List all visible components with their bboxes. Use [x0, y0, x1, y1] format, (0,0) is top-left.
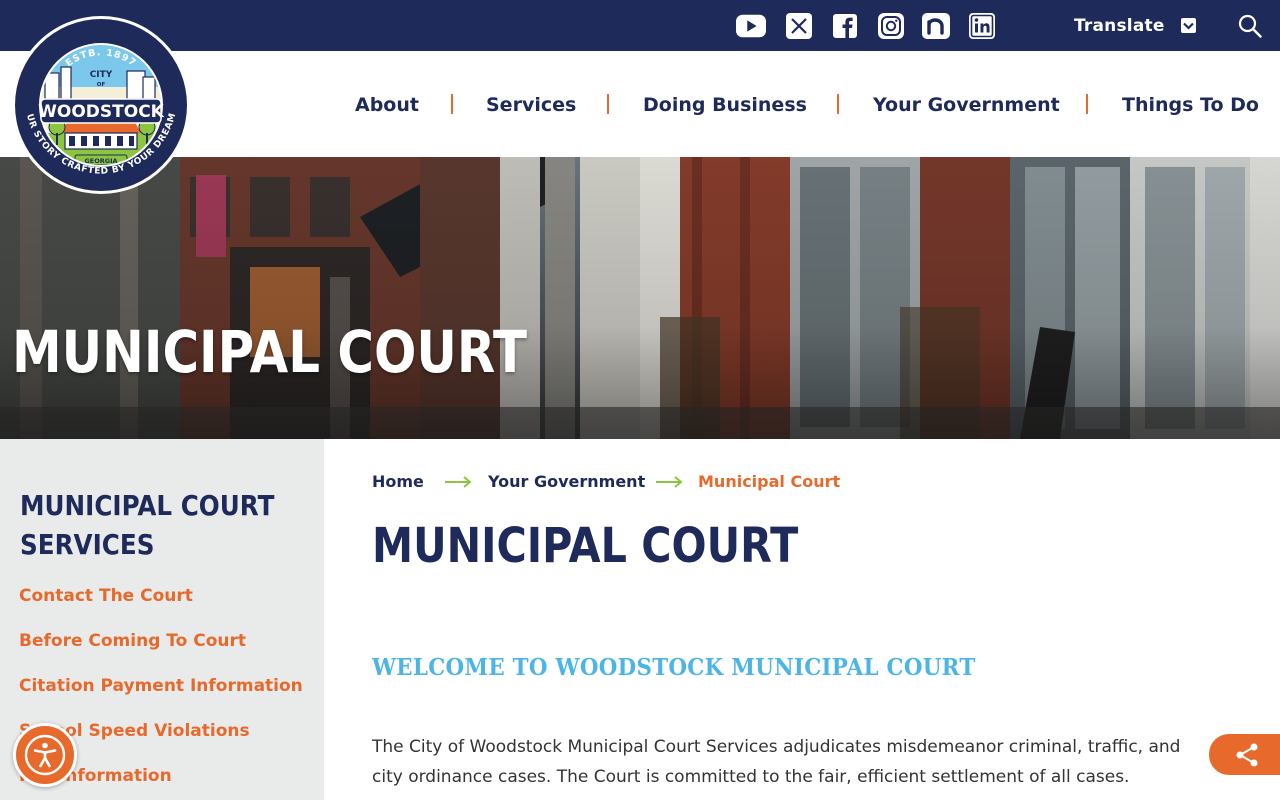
nav-about[interactable]: About [355, 91, 419, 119]
nav-divider [1086, 94, 1088, 114]
search-icon [1238, 14, 1262, 38]
accessibility-button[interactable] [13, 723, 77, 787]
facebook-link[interactable] [830, 13, 860, 39]
sidebar-item-contact-the-court[interactable]: Contact The Court [19, 586, 193, 606]
breadcrumb-arrow-icon [445, 476, 472, 488]
site-header [0, 51, 1280, 157]
facebook-icon [833, 14, 857, 38]
accessibility-icon [24, 734, 66, 776]
nextdoor-link[interactable] [921, 13, 951, 39]
logo-of: OF [97, 82, 106, 88]
city-logo[interactable]: GEORGIA WOODSTOCK CITY OF ESTB. 1897 OUR… [7, 8, 191, 195]
sidebar-item-citation-payment[interactable]: Citation Payment Information [19, 676, 303, 696]
nav-doing-business[interactable]: Doing Business [643, 91, 807, 119]
nav-your-government[interactable]: Your Government [873, 91, 1060, 119]
nav-divider [607, 94, 609, 114]
breadcrumb-home[interactable]: Home [372, 470, 424, 492]
nextdoor-icon [922, 13, 950, 39]
logo-state: GEORGIA [84, 157, 117, 165]
nav-divider [837, 94, 839, 114]
translate-label[interactable]: Translate [1074, 13, 1165, 39]
x-icon [786, 13, 812, 39]
nav-divider [451, 94, 453, 114]
linkedin-link[interactable] [967, 13, 997, 39]
sidebar-title: MUNICIPAL COURT SERVICES [20, 489, 275, 561]
share-icon [1236, 743, 1258, 766]
breadcrumb-your-government[interactable]: Your Government [488, 470, 645, 492]
chevron-down-icon [1183, 22, 1194, 30]
search-button[interactable] [1238, 14, 1262, 38]
translate-dropdown-button[interactable] [1181, 18, 1196, 33]
hero-title: MUNICIPAL COURT [12, 318, 528, 386]
breadcrumb-arrow-icon [656, 476, 683, 488]
logo-city: CITY [90, 70, 113, 80]
hero-photo-storefronts [0, 157, 1280, 439]
youtube-icon [736, 14, 766, 38]
instagram-icon [878, 13, 904, 39]
logo-name: WOODSTOCK [38, 102, 165, 122]
instagram-link[interactable] [876, 13, 906, 39]
utility-bar: Translate [0, 0, 1280, 51]
share-button[interactable] [1209, 734, 1280, 775]
intro-paragraph: The City of Woodstock Municipal Court Se… [372, 737, 1181, 787]
page-title: MUNICIPAL COURT [372, 518, 799, 574]
x-link[interactable] [784, 13, 814, 39]
nav-services[interactable]: Services [486, 91, 576, 119]
welcome-heading: WELCOME TO WOODSTOCK MUNICIPAL COURT [372, 654, 976, 681]
youtube-link[interactable] [736, 13, 766, 39]
hero-banner [0, 157, 1280, 439]
nav-things-to-do[interactable]: Things To Do [1122, 91, 1259, 119]
breadcrumb-current: Municipal Court [698, 471, 841, 491]
sidebar-item-before-coming-to-court[interactable]: Before Coming To Court [19, 631, 246, 651]
linkedin-icon [969, 13, 995, 39]
woodstock-seal-logo: GEORGIA WOODSTOCK CITY OF ESTB. 1897 OUR… [7, 8, 190, 194]
